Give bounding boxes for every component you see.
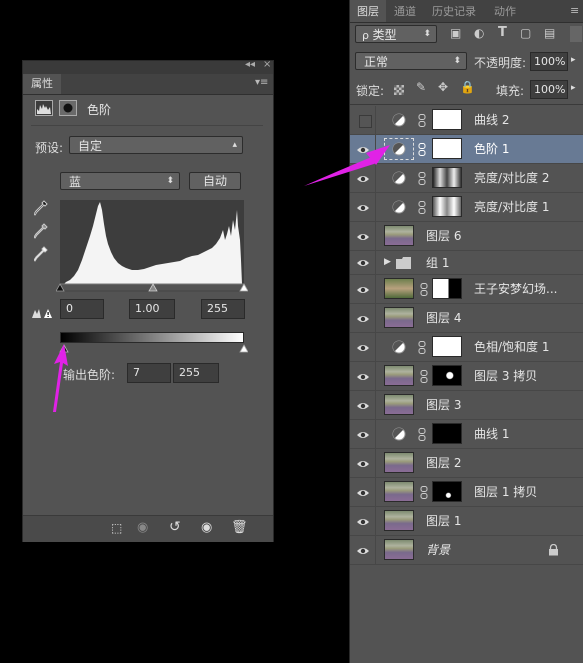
pink-annotation-arrow-shaft xyxy=(304,156,377,186)
annotation-overlay xyxy=(53,145,390,412)
pink-annotation-arrow-icon xyxy=(53,344,68,412)
pink-annotation-arrow-icon xyxy=(305,145,390,186)
